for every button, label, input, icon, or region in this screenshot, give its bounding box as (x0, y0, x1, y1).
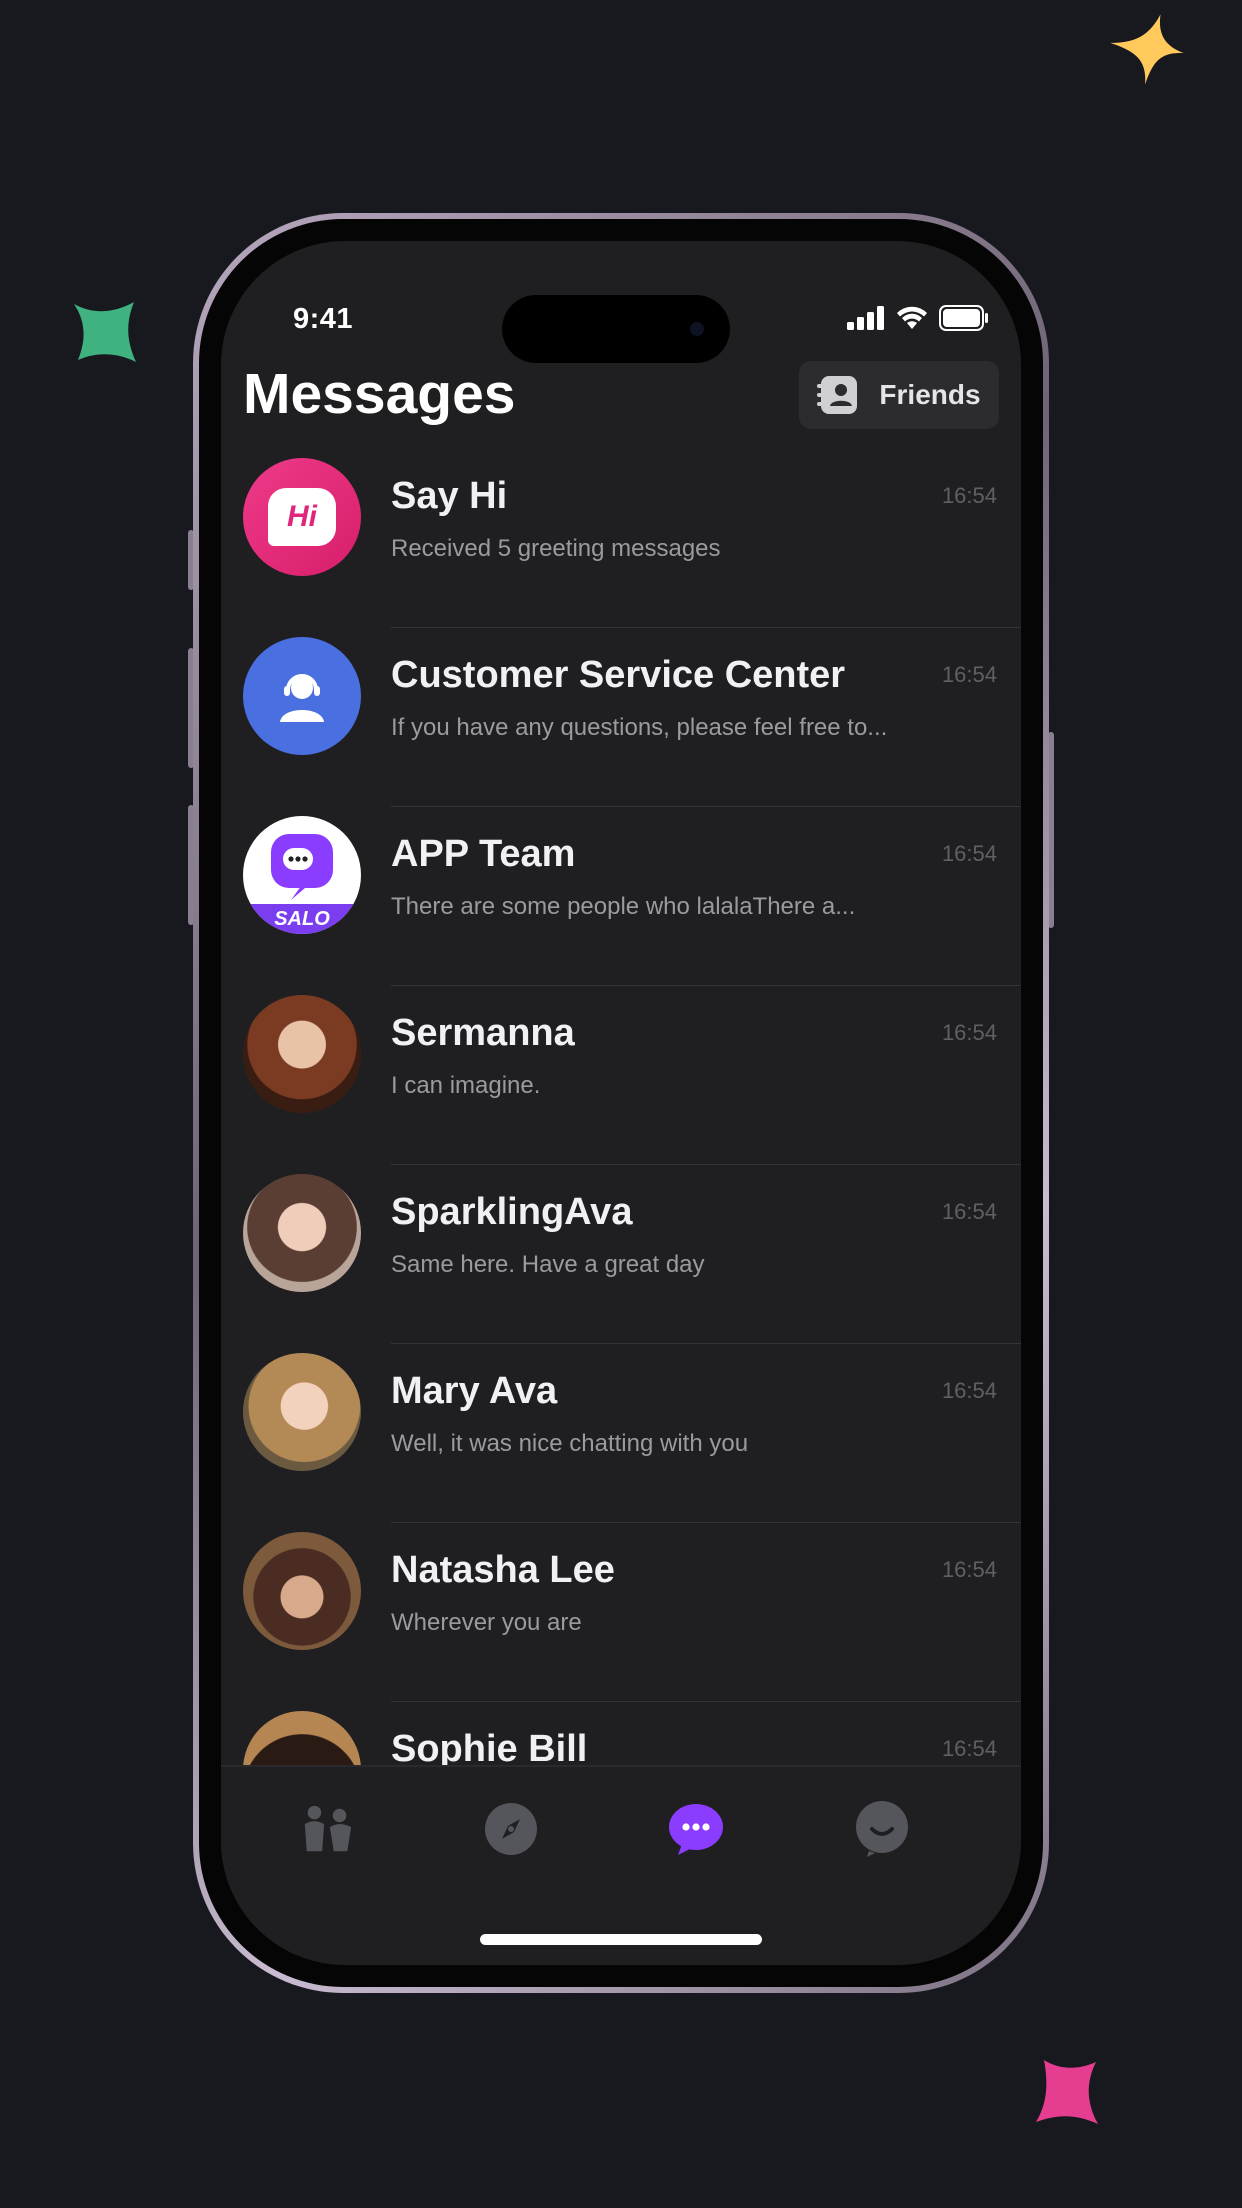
conversation-row[interactable]: Sermanna I can imagine. 16:54 (221, 986, 1021, 1165)
conversation-preview: Wherever you are (391, 1609, 582, 1636)
wifi-icon (897, 306, 927, 329)
conversation-preview: Received 5 greeting messages (391, 535, 721, 562)
hi-bubble: Hi (268, 488, 336, 546)
conversation-time: 16:54 (941, 1378, 997, 1403)
conversation-time: 16:54 (941, 1557, 997, 1582)
phone-body: 9:41 Messages Friends Hi Say Hi Received… (199, 219, 1043, 1987)
salo-logo: SALO (243, 816, 361, 934)
conversation-row[interactable]: Customer Service Center If you have any … (221, 628, 1021, 807)
conversation-name: Mary Ava (391, 1370, 558, 1412)
compass-icon (485, 1803, 537, 1855)
conversation-row[interactable]: Sophie Bill 16:54 (221, 1702, 1021, 1765)
profile-face-icon (856, 1801, 908, 1857)
chat-bubble-icon (669, 1804, 723, 1855)
conversation-row[interactable]: Hi Say Hi Received 5 greeting messages 1… (221, 449, 1021, 628)
conversation-row[interactable]: SparklingAva Same here. Have a great day… (221, 1165, 1021, 1344)
home-indicator[interactable] (480, 1934, 762, 1945)
conversation-preview: There are some people who lalalaThere a.… (391, 893, 856, 920)
user-avatar (243, 1532, 361, 1650)
salo-text: SALO (274, 908, 330, 930)
user-avatar (243, 995, 361, 1113)
dynamic-island (502, 295, 730, 363)
status-time: 9:41 (293, 303, 354, 335)
conversation-preview: If you have any questions, please feel f… (391, 714, 888, 741)
camera-icon (690, 322, 704, 336)
conversation-time: 16:54 (941, 1736, 997, 1761)
app-screen: 9:41 Messages Friends Hi Say Hi Received… (221, 241, 1021, 1965)
yellow-sparkle-icon (1110, 14, 1184, 85)
user-avatar (243, 1711, 361, 1765)
conversation-preview: I can imagine. (391, 1072, 541, 1099)
friends-label: Friends (879, 379, 981, 410)
battery-icon (939, 305, 988, 331)
conversation-preview: Well, it was nice chatting with you (391, 1430, 749, 1457)
friends-button[interactable]: Friends (799, 361, 999, 429)
headset-icon (243, 637, 361, 755)
conversation-name: Natasha Lee (391, 1549, 615, 1591)
support-agent-icon (280, 674, 324, 722)
conversation-name: Customer Service Center (391, 654, 846, 696)
conversation-name: Sermanna (391, 1012, 575, 1054)
user-avatar (243, 1353, 361, 1471)
phone-frame: 9:41 Messages Friends Hi Say Hi Received… (193, 213, 1049, 1993)
page-title: Messages (243, 362, 516, 426)
conversation-time: 16:54 (941, 1020, 997, 1045)
conversation-name: SparklingAva (391, 1191, 633, 1233)
contacts-icon (817, 376, 858, 414)
conversation-list[interactable]: Hi Say Hi Received 5 greeting messages 1… (221, 449, 1021, 1765)
conversation-time: 16:54 (941, 1199, 997, 1224)
people-icon (304, 1805, 352, 1852)
conversation-time: 16:54 (941, 662, 997, 687)
tab-people[interactable] (299, 1801, 355, 1857)
tab-bar (221, 1765, 1021, 1965)
conversation-preview: Same here. Have a great day (391, 1251, 705, 1278)
green-sparkle-icon (74, 302, 136, 362)
conversation-name: Sophie Bill (391, 1728, 588, 1765)
tab-profile[interactable] (854, 1801, 910, 1857)
say-hi-icon: Hi (243, 458, 361, 576)
conversation-time: 16:54 (941, 483, 997, 508)
conversation-name: APP Team (391, 833, 576, 875)
status-icons (847, 305, 989, 331)
user-avatar (243, 1174, 361, 1292)
hi-text: Hi (287, 500, 317, 533)
tab-discover[interactable] (483, 1801, 539, 1857)
tab-messages[interactable] (668, 1801, 724, 1857)
conversation-row[interactable]: SALO APP Team There are some people who … (221, 807, 1021, 986)
conversation-name: Say Hi (391, 475, 508, 517)
conversation-row[interactable]: Natasha Lee Wherever you are 16:54 (221, 1523, 1021, 1702)
conversation-time: 16:54 (941, 841, 997, 866)
signal-icon (847, 306, 884, 330)
pink-sparkle-icon (1036, 2060, 1098, 2124)
conversation-row[interactable]: Mary Ava Well, it was nice chatting with… (221, 1344, 1021, 1523)
